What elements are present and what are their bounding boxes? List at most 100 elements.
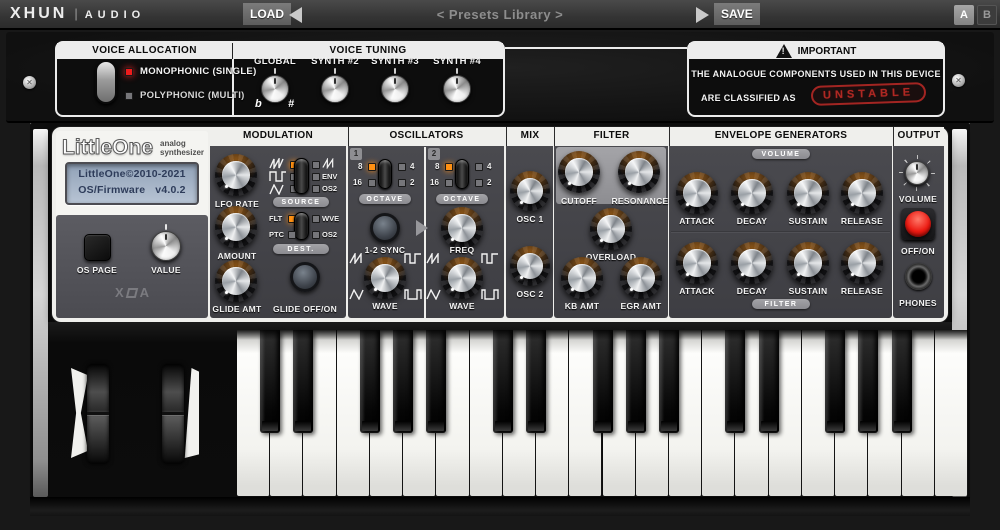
glide-on-off-button[interactable]: [290, 262, 320, 292]
black-key[interactable]: [825, 330, 845, 433]
osc2-freq-knob[interactable]: [441, 207, 483, 249]
brand-right: AUDIO: [85, 9, 145, 21]
synth3-tuning-knob[interactable]: [381, 75, 409, 103]
flt-sustain-label: SUSTAIN: [780, 286, 836, 296]
source-led: [312, 173, 320, 181]
next-preset-icon[interactable]: [696, 7, 709, 23]
octave-led: [368, 179, 376, 187]
black-key[interactable]: [593, 330, 613, 433]
vol-decay-label: DECAY: [724, 216, 780, 226]
dest-switch[interactable]: [294, 212, 309, 240]
pulse-wave-icon: [404, 289, 422, 300]
triangle-wave-icon: [426, 289, 444, 300]
dest-led: [312, 215, 320, 223]
section-filter: FILTER CUTOFF RESONANCE OVERLOAD KB AMT …: [554, 131, 668, 318]
save-button[interactable]: SAVE: [714, 3, 760, 25]
vol-release-knob[interactable]: [841, 172, 883, 214]
logo-lower-panel: OS PAGE VALUE X A: [56, 215, 208, 318]
source-os2-label: OS2: [322, 184, 337, 193]
output-volume-knob[interactable]: [905, 161, 929, 185]
overload-knob[interactable]: [590, 208, 632, 250]
preset-name[interactable]: < Presets Library >: [380, 7, 620, 22]
black-key[interactable]: [659, 330, 679, 433]
square-wave-icon: [269, 171, 287, 182]
black-key[interactable]: [493, 330, 513, 433]
knob-tick: [165, 224, 167, 230]
cutoff-label: CUTOFF: [551, 196, 607, 206]
cutoff-knob[interactable]: [558, 151, 600, 193]
pitch-wheel[interactable]: [87, 364, 109, 464]
osc1-octave-switch[interactable]: [378, 159, 392, 189]
load-button[interactable]: LOAD: [243, 3, 291, 25]
section-modulation: MODULATION LFO RATE AMOUNT GLIDE AMT ENV…: [210, 131, 346, 318]
flt-attack-knob[interactable]: [676, 242, 718, 284]
section-oscillators: OSCILLATORS 1 2 8 4 16 2 OCTAVE 8 4 16 2: [348, 131, 504, 318]
dest-ptc-label: PTC: [269, 230, 284, 239]
black-key[interactable]: [393, 330, 413, 433]
vol-attack-knob[interactable]: [676, 172, 718, 214]
oct8-label: 8: [435, 162, 439, 171]
volume-env-badge: VOLUME: [752, 149, 810, 159]
voice-mode-switch[interactable]: [95, 60, 117, 104]
slot-a-button[interactable]: A: [954, 5, 974, 25]
global-tuning-knob[interactable]: [261, 75, 289, 103]
osc2-wave-label: WAVE: [434, 301, 490, 311]
mod-wheel[interactable]: [162, 364, 184, 464]
black-key[interactable]: [526, 330, 546, 433]
vol-sustain-label: SUSTAIN: [780, 216, 836, 226]
black-key[interactable]: [725, 330, 745, 433]
glide-onoff-label: GLIDE OFF/ON: [260, 304, 350, 314]
egr-amt-knob[interactable]: [620, 257, 662, 299]
oct4-label: 4: [487, 162, 491, 171]
saw-wave-icon: [349, 253, 367, 264]
osc2-wave-knob[interactable]: [441, 257, 483, 299]
power-button[interactable]: [905, 211, 931, 237]
glide-amount-knob[interactable]: [215, 260, 257, 302]
mod-amount-knob[interactable]: [215, 206, 257, 248]
lcd-firmware-version: v4.0.2: [155, 184, 185, 196]
kb-amt-knob[interactable]: [561, 257, 603, 299]
power-button-base: [901, 208, 935, 240]
value-knob[interactable]: [151, 231, 181, 261]
os-page-button[interactable]: [84, 234, 111, 261]
black-key[interactable]: [293, 330, 313, 433]
sync-button[interactable]: [370, 213, 400, 243]
slot-b-button[interactable]: B: [977, 5, 997, 25]
black-key[interactable]: [260, 330, 280, 433]
source-env-label: ENV: [322, 172, 337, 181]
prev-preset-icon[interactable]: [289, 7, 302, 23]
important-line1: THE ANALOGUE COMPONENTS USED IN THIS DEV…: [689, 69, 943, 79]
vol-sustain-knob[interactable]: [787, 172, 829, 214]
vol-decay-knob[interactable]: [731, 172, 773, 214]
env-row-divider: [671, 231, 890, 233]
black-key[interactable]: [426, 330, 446, 433]
osc1-wave-knob[interactable]: [364, 257, 406, 299]
source-switch[interactable]: [294, 158, 309, 194]
osc2-octave-switch[interactable]: [455, 159, 469, 189]
synth2-tuning-knob[interactable]: [321, 75, 349, 103]
mix-osc2-knob[interactable]: [510, 246, 550, 286]
oct4-label: 4: [410, 162, 414, 171]
white-key[interactable]: [935, 330, 968, 496]
source-led: [312, 185, 320, 193]
synth4-tuning-knob[interactable]: [443, 75, 471, 103]
black-key[interactable]: [858, 330, 878, 433]
osc-flow-icon: [416, 220, 428, 236]
flt-decay-knob[interactable]: [731, 242, 773, 284]
flt-release-knob[interactable]: [841, 242, 883, 284]
octave-led: [398, 163, 406, 171]
black-key[interactable]: [892, 330, 912, 433]
lfo-rate-knob[interactable]: [215, 154, 257, 196]
product-logo: LittleOne: [62, 136, 153, 160]
box-top-line: [505, 47, 687, 49]
egr-amt-label: EGR AMT: [613, 301, 669, 311]
mix-osc1-knob[interactable]: [510, 171, 550, 211]
flt-sustain-knob[interactable]: [787, 242, 829, 284]
black-key[interactable]: [360, 330, 380, 433]
brand-logo: XHUN | AUDIO: [10, 5, 145, 23]
synth-panel: LittleOne analog synthesizer LittleOne©2…: [52, 127, 948, 322]
black-key[interactable]: [626, 330, 646, 433]
synth4-knob-label: SYNTH #4: [427, 56, 487, 67]
black-key[interactable]: [759, 330, 779, 433]
resonance-knob[interactable]: [618, 151, 660, 193]
